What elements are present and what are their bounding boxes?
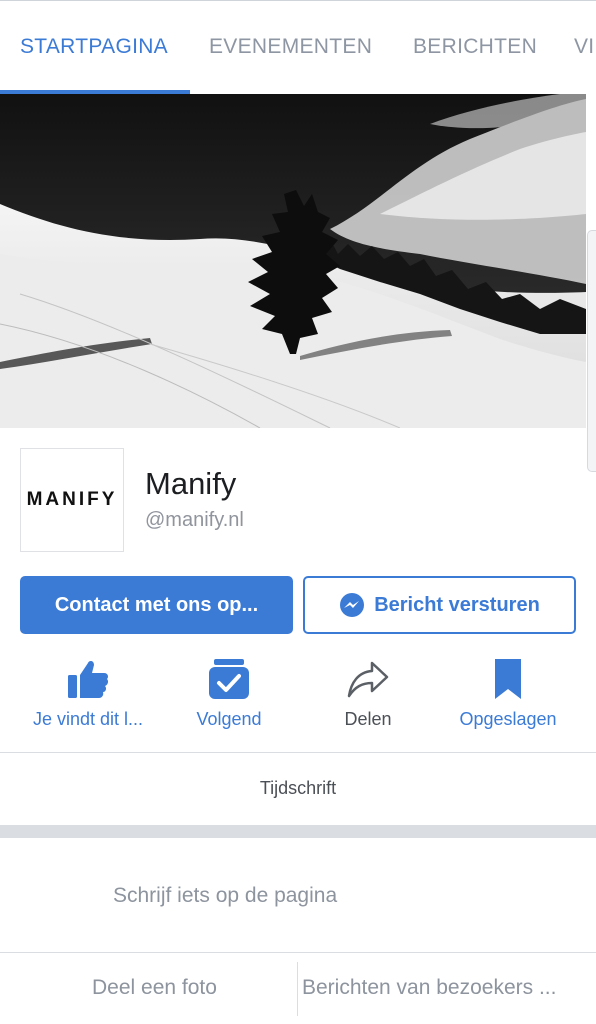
cover-photo-image xyxy=(0,94,586,428)
following-action-label: Volgend xyxy=(196,709,262,729)
saved-action-label: Opgeslagen xyxy=(459,709,557,729)
tab-startpagina[interactable]: STARTPAGINA xyxy=(20,35,168,59)
tab-berichten[interactable]: BERICHTEN xyxy=(413,35,537,59)
composer-placeholder: Schrijf iets op de pagina xyxy=(113,884,338,907)
following-action[interactable]: Volgend xyxy=(159,654,299,740)
bookmark-icon xyxy=(495,659,521,699)
share-action[interactable]: Delen xyxy=(298,654,438,740)
section-separator xyxy=(0,825,596,838)
timeline-link[interactable]: Tijdschrift xyxy=(0,778,596,799)
share-action-label: Delen xyxy=(344,709,392,729)
divider xyxy=(0,752,596,753)
contact-button[interactable]: Contact met ons op... xyxy=(20,576,293,634)
page-handle: @manify.nl xyxy=(145,509,244,531)
page-logo[interactable]: MANIFY xyxy=(20,448,124,552)
cover-photo[interactable] xyxy=(0,94,586,428)
visitor-posts-link[interactable]: Berichten van bezoekers ... xyxy=(302,976,556,1000)
like-action[interactable]: Je vindt dit l... xyxy=(18,654,158,740)
divider xyxy=(297,962,298,1016)
post-composer[interactable]: Schrijf iets op de pagina xyxy=(0,838,596,953)
page-tab-bar: STARTPAGINA EVENEMENTEN BERICHTEN VI xyxy=(0,0,596,94)
page-title: Manify xyxy=(145,466,237,501)
like-action-label: Je vindt dit l... xyxy=(32,709,144,729)
logo-wordmark: MANIFY xyxy=(26,489,118,510)
send-message-button[interactable]: Bericht versturen xyxy=(303,576,576,634)
scroll-handle[interactable] xyxy=(587,230,596,472)
send-message-label: Bericht versturen xyxy=(374,593,540,616)
messenger-icon xyxy=(339,592,365,618)
tab-overflow[interactable]: VI xyxy=(574,35,594,59)
saved-action[interactable]: Opgeslagen xyxy=(438,654,578,740)
tab-evenementen[interactable]: EVENEMENTEN xyxy=(209,35,372,59)
following-check-icon xyxy=(209,659,249,699)
contact-button-label: Contact met ons op... xyxy=(54,593,259,616)
thumbs-up-icon xyxy=(68,660,109,698)
composer-options-row: Deel een foto Berichten van bezoekers ..… xyxy=(0,954,596,1024)
share-arrow-icon xyxy=(347,661,389,698)
share-photo-link[interactable]: Deel een foto xyxy=(92,976,217,1000)
